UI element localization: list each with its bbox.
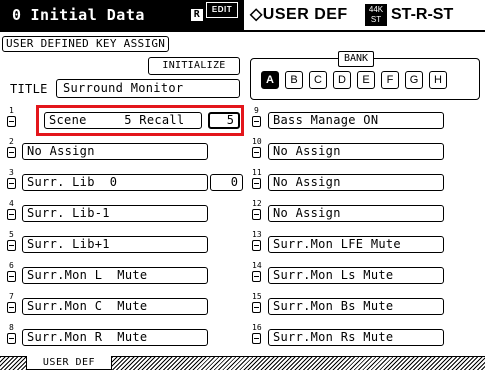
key-icon: [252, 333, 261, 344]
bank-label: BANK: [338, 51, 375, 67]
tab-user-def[interactable]: USER DEF: [26, 356, 112, 370]
key-2-assign[interactable]: No Assign: [22, 143, 208, 160]
bank-g-button[interactable]: G: [405, 71, 423, 89]
key-icon: [7, 209, 16, 220]
key-13-assign[interactable]: Surr.Mon LFE Mute: [268, 236, 444, 253]
key-icon: [7, 271, 16, 282]
key-5-assign[interactable]: Surr. Lib+1: [22, 236, 208, 253]
key-icon: [7, 147, 16, 158]
scene-number: 0: [12, 6, 22, 24]
key-icon: [252, 116, 261, 127]
key-icon: [252, 302, 261, 313]
selection-highlight: [36, 105, 244, 136]
key-icon: [7, 240, 16, 251]
bank-h-button[interactable]: H: [429, 71, 447, 89]
page-title: USER DEFINED KEY ASSIGN: [2, 36, 170, 52]
key-icon: [7, 333, 16, 344]
key-number: 5: [9, 230, 14, 239]
stereo-text: ST: [370, 15, 382, 24]
key-7-assign[interactable]: Surr.Mon C Mute: [22, 298, 208, 315]
key-number: 13: [252, 230, 262, 239]
key-icon: [252, 271, 261, 282]
key-icon: [7, 116, 16, 127]
key-icon: [252, 178, 261, 189]
key-10-assign[interactable]: No Assign: [268, 143, 444, 160]
key-icon: [7, 178, 16, 189]
tab-strip-hatch-right: [112, 357, 485, 370]
title-label: TITLE: [10, 82, 48, 96]
key-number: 10: [252, 137, 262, 146]
title-field[interactable]: Surround Monitor: [56, 79, 240, 98]
scene-name: Initial Data: [30, 6, 145, 24]
sample-rate-badge: 44K ST: [365, 4, 387, 26]
key-number: 16: [252, 323, 262, 332]
bank-e-button[interactable]: E: [357, 71, 375, 89]
key-number: 6: [9, 261, 14, 270]
key-number: 7: [9, 292, 14, 301]
key-number: 1: [9, 106, 14, 115]
key-16-assign[interactable]: Surr.Mon Rs Mute: [268, 329, 444, 346]
key-number: 9: [254, 106, 259, 115]
bank-b-button[interactable]: B: [285, 71, 303, 89]
key-number: 3: [9, 168, 14, 177]
sample-rate-text: 44K: [368, 5, 384, 14]
key-number: 15: [252, 292, 262, 301]
output-mode: ST-R-ST: [391, 6, 454, 23]
key-8-assign[interactable]: Surr.Mon R Mute: [22, 329, 208, 346]
key-9-assign[interactable]: Bass Manage ON: [268, 112, 444, 129]
key-14-assign[interactable]: Surr.Mon Ls Mute: [268, 267, 444, 284]
edit-indicator: EDIT: [206, 2, 238, 18]
key-3-value[interactable]: 0: [210, 174, 243, 191]
key-3-assign[interactable]: Surr. Lib 0: [22, 174, 208, 191]
bank-d-button[interactable]: D: [333, 71, 351, 89]
key-number: 12: [252, 199, 262, 208]
key-12-assign[interactable]: No Assign: [268, 205, 444, 222]
initialize-button[interactable]: INITIALIZE: [148, 57, 240, 75]
bank-c-button[interactable]: C: [309, 71, 327, 89]
key-number: 2: [9, 137, 14, 146]
bank-f-button[interactable]: F: [381, 71, 399, 89]
read-only-badge: R: [191, 9, 203, 21]
key-icon: [7, 302, 16, 313]
key-11-assign[interactable]: No Assign: [268, 174, 444, 191]
key-4-assign[interactable]: Surr. Lib-1: [22, 205, 208, 222]
tab-strip-hatch-left: [0, 357, 26, 370]
key-15-assign[interactable]: Surr.Mon Bs Mute: [268, 298, 444, 315]
key-number: 11: [252, 168, 262, 177]
key-icon: [252, 147, 261, 158]
key-icon: [252, 240, 261, 251]
key-icon: [252, 209, 261, 220]
bank-a-button[interactable]: A: [261, 71, 279, 89]
function-title: ◇USER DEF: [250, 6, 348, 23]
header-divider: [0, 30, 485, 32]
key-number: 4: [9, 199, 14, 208]
key-number: 8: [9, 323, 14, 332]
key-6-assign[interactable]: Surr.Mon L Mute: [22, 267, 208, 284]
scene-display: 0 Initial Data R EDIT: [0, 0, 244, 30]
key-number: 14: [252, 261, 262, 270]
